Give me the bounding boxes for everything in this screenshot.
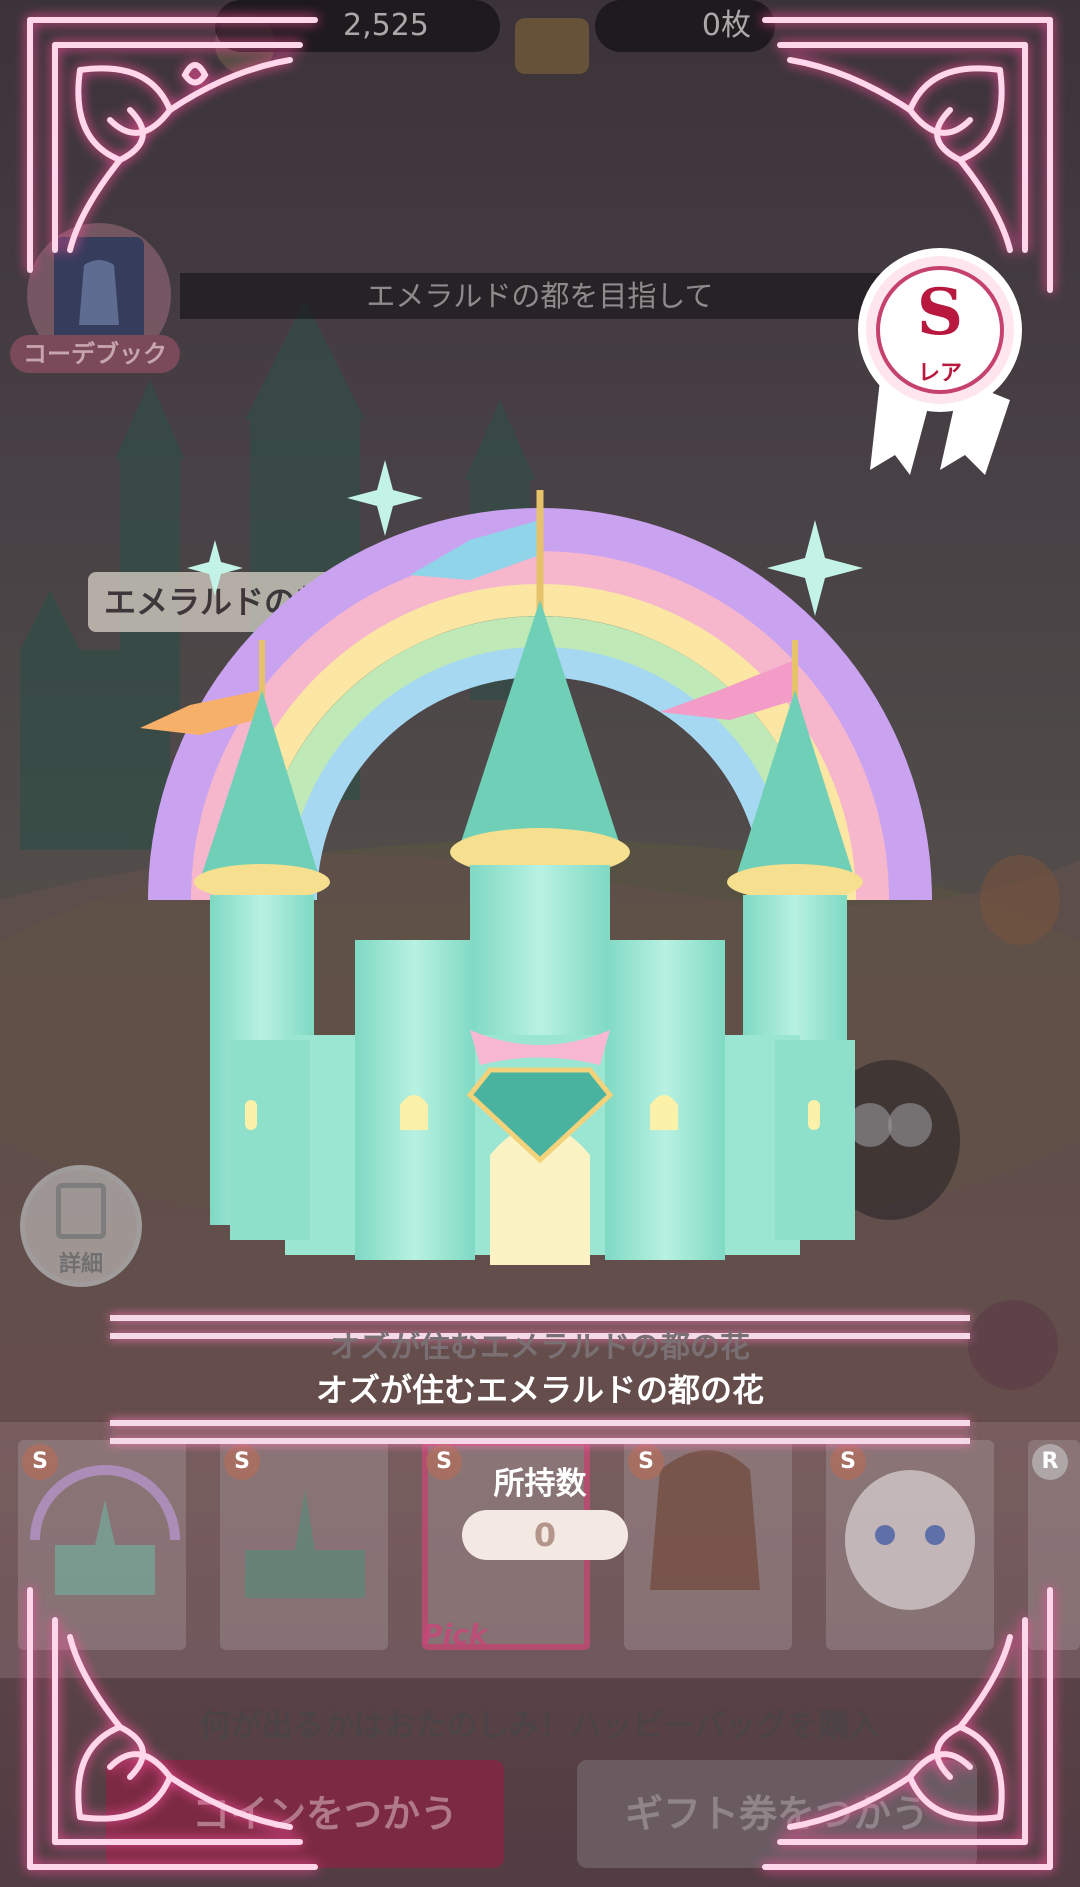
corner-ornament-bottom-right — [762, 1587, 1053, 1870]
corner-ornament-top-right — [762, 17, 1053, 293]
corner-ornament-bottom-left — [27, 1587, 318, 1870]
ornamental-frame — [27, 17, 1053, 1870]
corner-ornament-top-left — [27, 17, 318, 273]
